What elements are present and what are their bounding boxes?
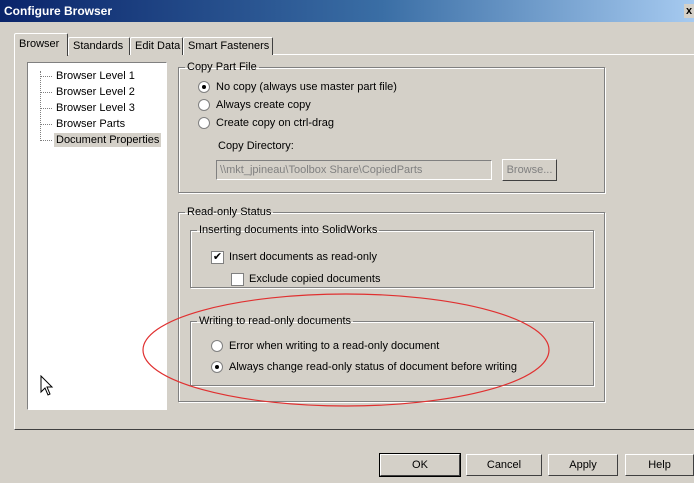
tree-branch-line bbox=[40, 76, 52, 77]
radio-button[interactable] bbox=[211, 340, 223, 352]
read-only-status-legend: Read-only Status bbox=[187, 206, 272, 218]
radio-button[interactable] bbox=[211, 361, 223, 373]
tab-browser[interactable]: Browser bbox=[14, 33, 68, 56]
tree-branch-line bbox=[40, 108, 52, 109]
cancel-button[interactable]: Cancel bbox=[466, 454, 542, 476]
checkbox[interactable] bbox=[231, 273, 244, 286]
tree-item-label: Document Properties bbox=[54, 133, 162, 147]
window-title: Configure Browser bbox=[4, 4, 113, 18]
browse-button[interactable]: Browse... bbox=[502, 159, 557, 181]
tree-connector bbox=[40, 71, 41, 141]
tree-branch-line bbox=[40, 92, 52, 93]
option-label: Exclude copied documents bbox=[249, 273, 381, 285]
tab-standards[interactable]: Standards bbox=[68, 37, 130, 55]
tree-item-label: Browser Level 2 bbox=[56, 86, 135, 98]
option-label: Create copy on ctrl-drag bbox=[216, 117, 334, 129]
close-icon[interactable]: x bbox=[684, 4, 694, 18]
checkbox[interactable]: ✔ bbox=[211, 251, 224, 264]
option-label: Always change read-only status of docume… bbox=[229, 361, 517, 373]
option-label: Error when writing to a read-only docume… bbox=[229, 340, 440, 352]
browser-tree[interactable]: Browser Level 1 Browser Level 2 Browser … bbox=[27, 62, 167, 410]
radio-button[interactable] bbox=[198, 81, 210, 93]
tab-smart-fasteners[interactable]: Smart Fasteners bbox=[183, 37, 273, 55]
radio-button[interactable] bbox=[198, 117, 210, 129]
mouse-cursor-icon bbox=[40, 375, 54, 396]
copy-directory-field[interactable]: \\mkt_jpineau\Toolbox Share\CopiedParts bbox=[216, 160, 492, 180]
tab-edit-data[interactable]: Edit Data bbox=[130, 37, 183, 55]
copy-part-file-legend: Copy Part File bbox=[187, 61, 257, 73]
option-label: Always create copy bbox=[216, 99, 311, 111]
radio-button[interactable] bbox=[198, 99, 210, 111]
option-label: Insert documents as read-only bbox=[229, 251, 377, 263]
ok-button[interactable]: OK bbox=[379, 453, 461, 477]
tree-item-label: Browser Parts bbox=[56, 118, 126, 130]
help-button[interactable]: Help bbox=[625, 454, 694, 476]
tree-branch-line bbox=[40, 140, 52, 141]
tree-branch-line bbox=[40, 124, 52, 125]
inserting-documents-legend: Inserting documents into SolidWorks bbox=[199, 224, 378, 236]
tree-item-label: Browser Level 1 bbox=[56, 70, 135, 82]
apply-button[interactable]: Apply bbox=[548, 454, 618, 476]
tree-item-label: Browser Level 3 bbox=[56, 102, 135, 114]
option-label: No copy (always use master part file) bbox=[216, 81, 397, 93]
configure-browser-dialog: Configure Browser x Browser Standards Ed… bbox=[0, 0, 694, 483]
writing-read-only-legend: Writing to read-only documents bbox=[199, 315, 352, 327]
copy-directory-label: Copy Directory: bbox=[218, 140, 294, 152]
title-bar: Configure Browser x bbox=[0, 0, 694, 22]
